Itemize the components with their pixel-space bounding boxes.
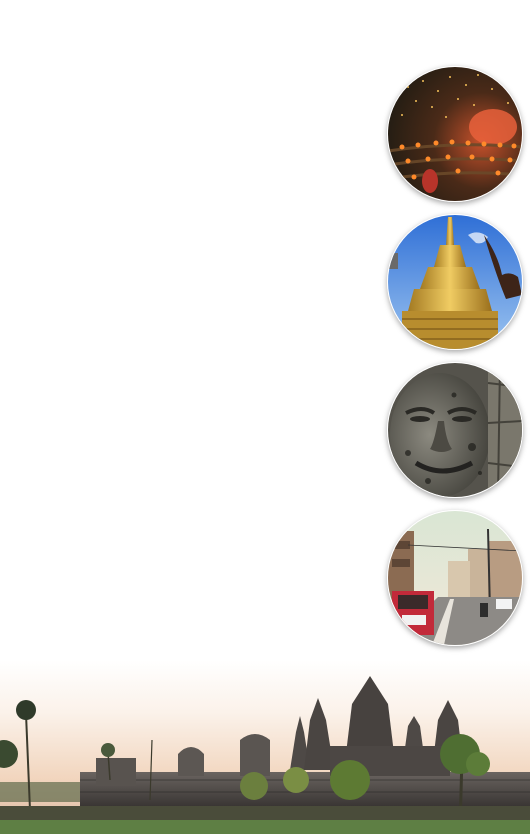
circle-golden-stupa[interactable]: [387, 214, 523, 350]
circle-lantern-festival[interactable]: [387, 66, 523, 202]
city-street-photo: [388, 511, 522, 645]
circle-nav: [387, 66, 523, 646]
page: [0, 0, 530, 834]
golden-stupa-photo: [388, 215, 522, 349]
temple-panorama-photo: [0, 660, 530, 834]
circle-stone-face[interactable]: [387, 362, 523, 498]
circle-city-street[interactable]: [387, 510, 523, 646]
lantern-festival-photo: [388, 67, 522, 201]
stone-face-photo: [388, 363, 522, 497]
temple-panorama-banner: [0, 660, 530, 834]
